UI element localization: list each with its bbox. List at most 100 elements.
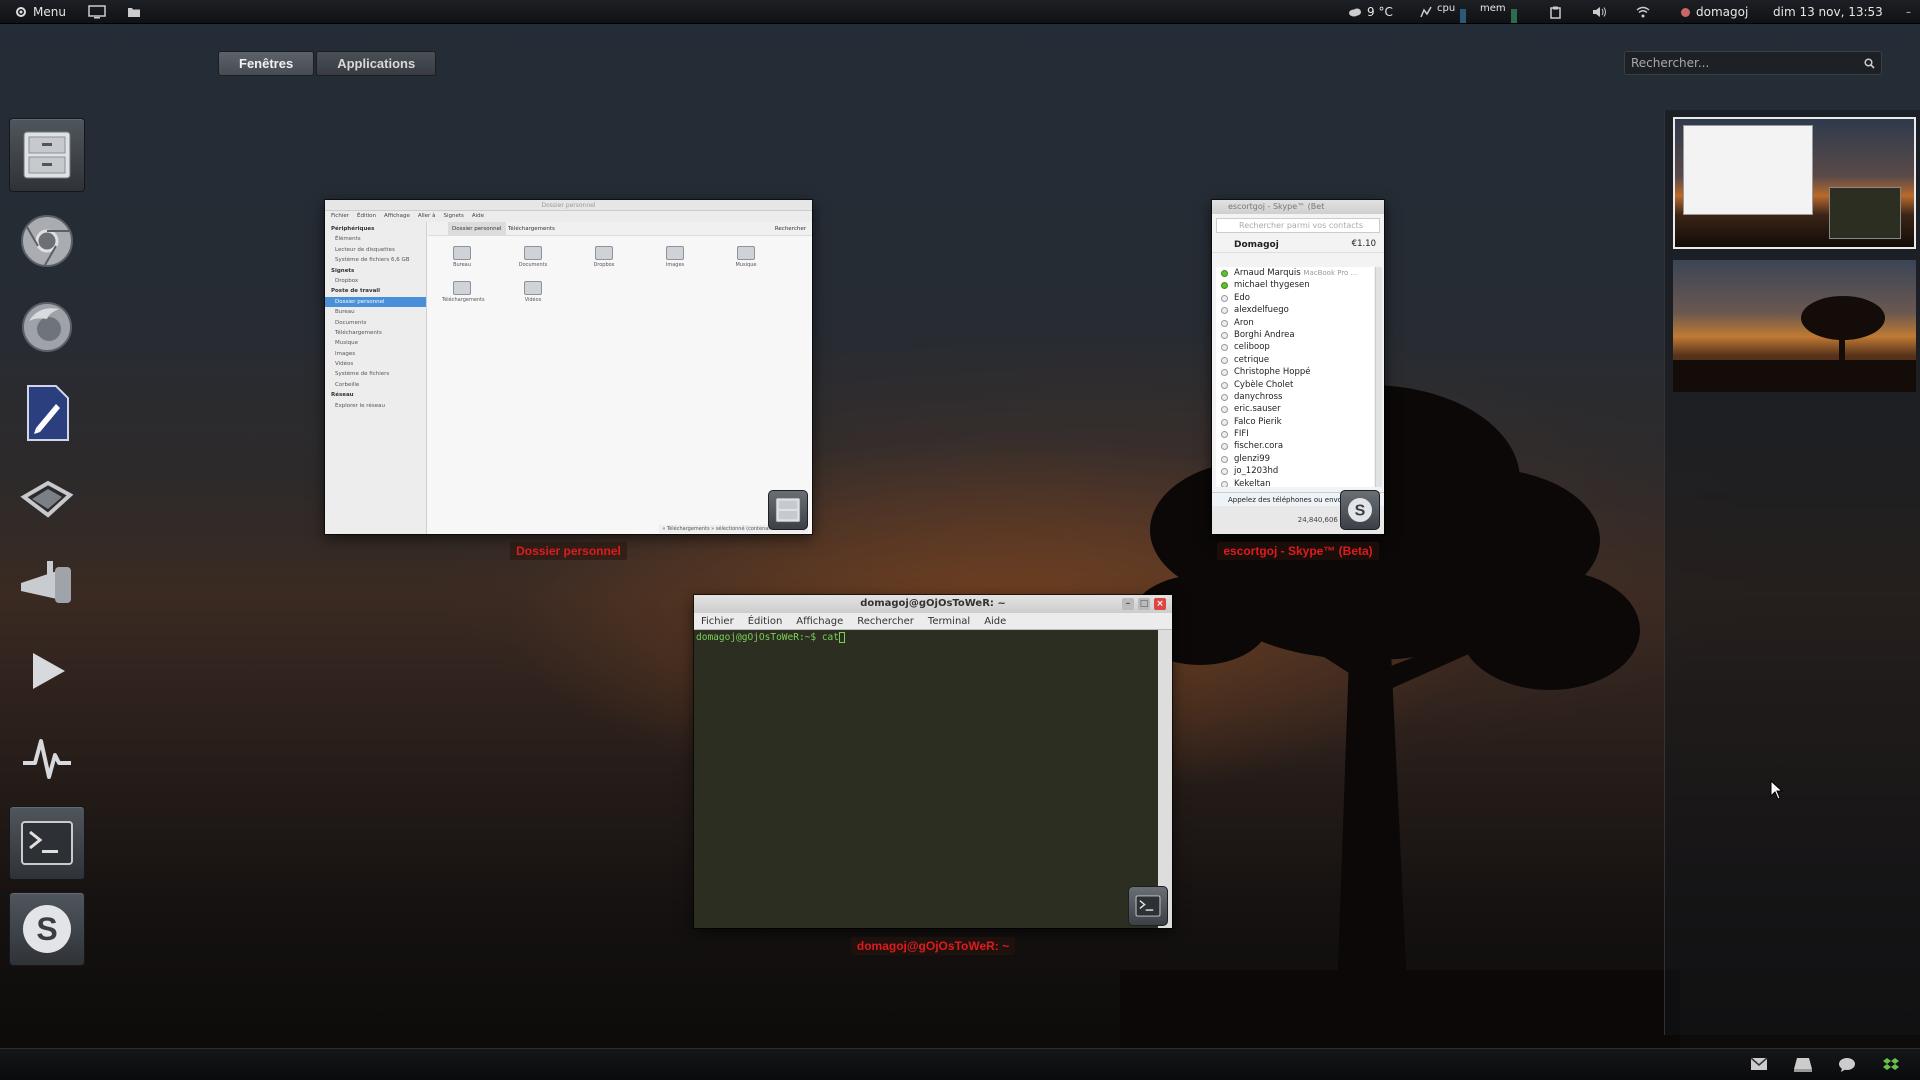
sk-user-row[interactable]: Domagoj €1.10 (1212, 237, 1384, 253)
sk-contact[interactable]: Falco Pierik (1216, 416, 1374, 428)
term-menu-item[interactable]: Édition (748, 613, 783, 629)
file-manager-window[interactable]: Dossier personnel Fichier Édition Affich… (325, 200, 812, 534)
weather-applet[interactable]: 9 °C (1348, 0, 1393, 24)
volume-applet[interactable] (1592, 0, 1608, 24)
sk-contact[interactable]: cetrique (1216, 354, 1374, 366)
menu-button[interactable]: Menu (14, 0, 66, 24)
term-scrollbar[interactable] (1158, 630, 1172, 928)
dock-writer[interactable] (9, 376, 85, 450)
tab-windows[interactable]: Fenêtres (218, 51, 315, 76)
term-menu-item[interactable]: Fichier (701, 613, 734, 629)
term-menu-item[interactable]: Affichage (796, 613, 843, 629)
drive-icon[interactable] (1793, 1057, 1813, 1073)
tab-applications[interactable]: Applications (316, 51, 437, 76)
fm-side-item[interactable]: Système de fichiers (325, 369, 426, 379)
skype-window[interactable]: escortgoj - Skype™ (Bet Rechercher parmi… (1212, 200, 1384, 534)
fm-menu-item[interactable]: Fichier (331, 211, 349, 222)
fm-side-item[interactable]: Vidéos (325, 359, 426, 369)
fm-side-item[interactable]: Dropbox (325, 276, 426, 286)
sk-contact[interactable]: Cybèle Cholet (1216, 379, 1374, 391)
dock-media-player[interactable] (9, 634, 85, 708)
sk-contact[interactable]: celiboop (1216, 341, 1374, 353)
fm-path-button[interactable]: Dossier personnel (448, 222, 506, 236)
workspace-2[interactable] (1673, 260, 1916, 392)
term-menu-item[interactable]: Aide (984, 613, 1006, 629)
term-menu-item[interactable]: Rechercher (857, 613, 914, 629)
dock-firefox[interactable] (9, 290, 85, 364)
sk-contact[interactable]: Kekeltan (1216, 478, 1374, 487)
fm-menu-item[interactable]: Signets (443, 211, 463, 222)
fm-side-item[interactable]: Explorer le réseau (325, 401, 426, 411)
fm-side-item[interactable]: Éléments (325, 234, 426, 244)
fm-folder-item[interactable]: Téléchargements (442, 281, 485, 303)
term-menu-item[interactable]: Terminal (928, 613, 970, 629)
close-icon[interactable]: × (1154, 598, 1166, 610)
sk-contact[interactable]: alexdelfuego (1216, 304, 1374, 316)
fm-folder-item[interactable]: Images (655, 246, 695, 268)
dock-system-monitor[interactable] (9, 720, 85, 794)
dock-file-manager[interactable] (9, 118, 85, 192)
sk-contact[interactable]: Aron (1216, 317, 1374, 329)
search-icon[interactable] (1864, 57, 1875, 69)
fm-search-button[interactable]: Rechercher (775, 222, 806, 236)
sk-contact[interactable]: michael thygesen (1216, 279, 1374, 291)
fm-side-item[interactable]: Système de fichiers 6,6 GB (325, 255, 426, 265)
sk-contact[interactable]: eric.sauser (1216, 403, 1374, 415)
sk-search-input[interactable]: Rechercher parmi vos contacts (1216, 218, 1380, 233)
mail-icon[interactable] (1750, 1057, 1768, 1071)
sk-contact[interactable]: jo_1203hd (1216, 465, 1374, 477)
dock-skype[interactable]: S (9, 892, 85, 966)
term-caption[interactable]: domagoj@gOjOsToWeR: ~ (694, 937, 1172, 955)
sk-scrollbar[interactable] (1375, 267, 1382, 487)
fm-side-item[interactable]: Documents (325, 318, 426, 328)
fm-side-item[interactable]: Téléchargements (325, 328, 426, 338)
sk-contact[interactable]: fischer.cora (1216, 440, 1374, 452)
fm-folder-item[interactable]: Bureau (442, 246, 482, 268)
places-button[interactable] (127, 0, 141, 24)
sk-contact[interactable]: Borghi Andrea (1216, 329, 1374, 341)
sk-contact[interactable]: Edo (1216, 292, 1374, 304)
dock-rhythmbox[interactable] (9, 462, 85, 536)
network-applet[interactable] (1636, 0, 1650, 24)
term-output[interactable]: domagoj@gOjOsToWeR:~$ cat (694, 630, 1158, 928)
show-desktop-button[interactable] (88, 0, 106, 24)
clipboard-applet[interactable] (1550, 0, 1561, 24)
fm-menu-item[interactable]: Aller à (418, 211, 436, 222)
clock-applet[interactable]: dim 13 nov, 13:53 (1773, 0, 1883, 24)
chat-icon[interactable] (1838, 1057, 1856, 1073)
user-applet[interactable]: domagoj (1680, 0, 1748, 24)
fm-folder-item[interactable]: Documents (513, 246, 553, 268)
fm-path-button[interactable]: Téléchargements (508, 222, 555, 236)
sk-contact[interactable]: danychross (1216, 391, 1374, 403)
dock-terminal[interactable] (9, 806, 85, 880)
fm-side-item-selected[interactable]: Dossier personnel (325, 296, 426, 308)
fm-menu-item[interactable]: Aide (472, 211, 484, 222)
dock-megaphone[interactable] (9, 548, 85, 622)
fm-caption[interactable]: Dossier personnel (325, 542, 812, 560)
fm-folder-item[interactable]: Musique (726, 246, 766, 268)
dropbox-icon[interactable] (1882, 1057, 1900, 1073)
terminal-window[interactable]: domagoj@gOjOsToWeR: ~ – □ × Fichier Édit… (694, 595, 1172, 928)
fm-side-item[interactable]: Bureau (325, 307, 426, 317)
tray-arrow[interactable]: – (1906, 0, 1911, 24)
minimize-icon[interactable]: – (1122, 598, 1134, 610)
search-input[interactable] (1631, 56, 1864, 70)
cpu-monitor[interactable]: cpu (1420, 0, 1467, 24)
fm-side-item[interactable]: Musique (325, 338, 426, 348)
dock-chrome[interactable] (9, 204, 85, 278)
fm-menu-item[interactable]: Affichage (384, 211, 410, 222)
maximize-icon[interactable]: □ (1138, 598, 1150, 610)
fm-folder-item[interactable]: Vidéos (513, 281, 553, 303)
sk-caption[interactable]: escortgoj - Skype™ (Beta) (1182, 542, 1414, 560)
fm-side-item[interactable]: Lecteur de disquettes (325, 245, 426, 255)
sk-contact[interactable]: Christophe Hoppé (1216, 366, 1374, 378)
workspace-1[interactable] (1673, 117, 1916, 249)
sk-contact[interactable]: FIFI (1216, 428, 1374, 440)
fm-folder-item[interactable]: Dropbox (584, 246, 624, 268)
fm-side-item[interactable]: Images (325, 349, 426, 359)
fm-side-item[interactable]: Corbeille (325, 380, 426, 390)
sk-contact[interactable]: glenzi99 (1216, 453, 1374, 465)
mem-monitor[interactable]: mem (1480, 0, 1517, 24)
sk-contact[interactable]: Arnaud Marquis MacBook Pro ... (1216, 267, 1374, 279)
fm-menu-item[interactable]: Édition (357, 211, 376, 222)
